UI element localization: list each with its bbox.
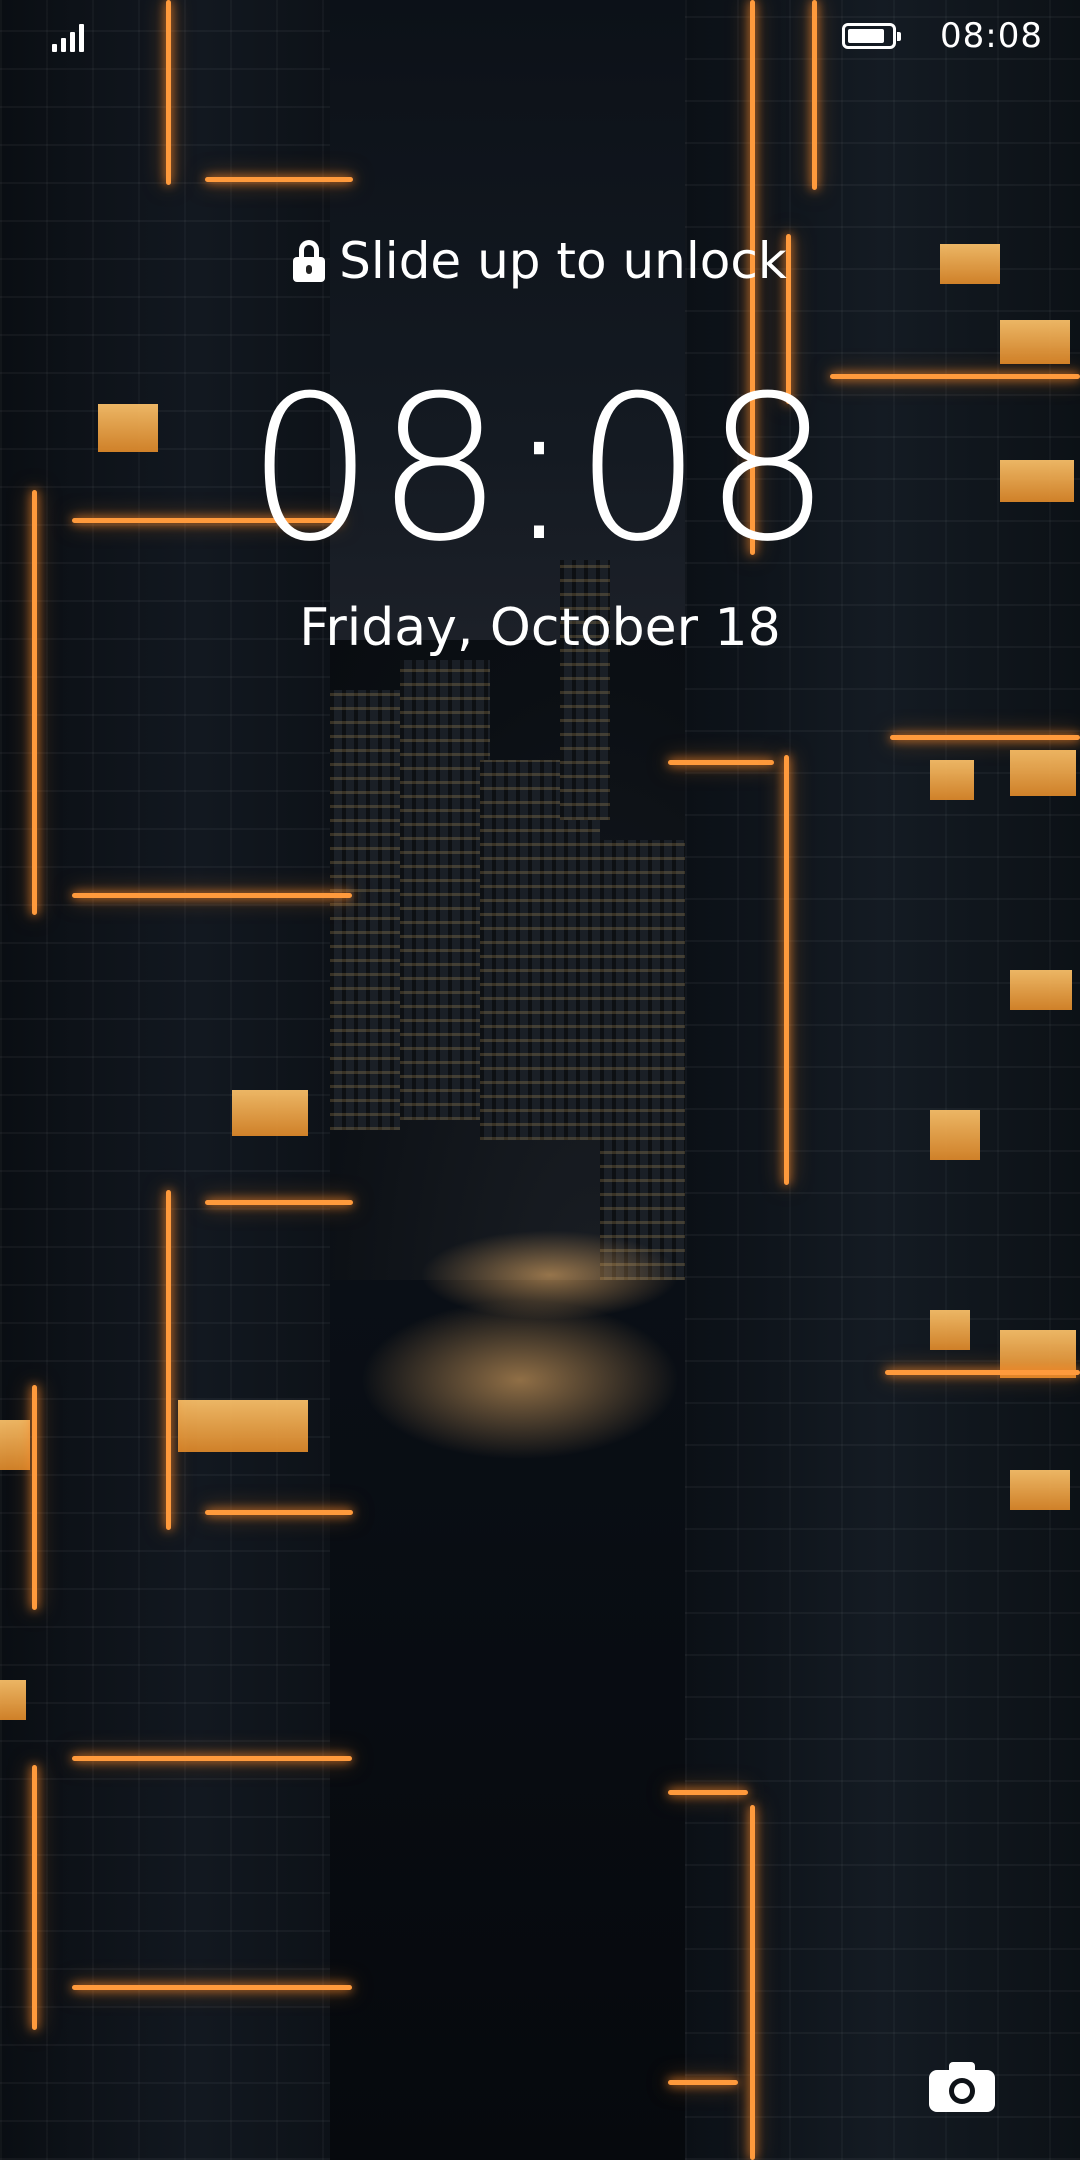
lit-window <box>1000 320 1070 364</box>
unlock-hint-text: Slide up to unlock <box>339 232 787 290</box>
lit-window <box>1010 1470 1070 1510</box>
unlock-hint: Slide up to unlock <box>0 232 1080 290</box>
neon-strip <box>72 1985 352 1990</box>
neon-strip <box>750 1805 755 2160</box>
status-bar-time: 08:08 <box>940 16 1043 56</box>
lit-window <box>930 760 974 800</box>
lock-screen[interactable]: 08:08 Slide up to unlock 08:08 Friday, O… <box>0 0 1080 2160</box>
lit-window <box>1010 970 1072 1010</box>
signal-strength-icon <box>52 22 92 52</box>
lit-window <box>1010 750 1076 796</box>
distant-tower <box>600 840 690 1280</box>
lock-screen-clock: 08:08 <box>246 353 834 586</box>
lit-window <box>232 1090 308 1136</box>
neon-strip <box>668 1790 748 1795</box>
neon-strip <box>784 755 789 1185</box>
wallpaper <box>0 0 1080 2160</box>
battery-icon <box>842 23 901 49</box>
lock-screen-date: Friday, October 18 <box>299 598 781 658</box>
neon-strip <box>668 2080 738 2085</box>
neon-strip <box>890 735 1080 740</box>
neon-strip <box>205 177 353 182</box>
lit-window <box>0 1680 26 1720</box>
promenade-lights <box>420 1230 680 1320</box>
camera-shortcut-button[interactable] <box>929 2062 995 2112</box>
neon-strip <box>205 1510 353 1515</box>
lock-icon <box>293 240 326 282</box>
neon-strip <box>885 1370 1080 1375</box>
neon-strip <box>32 1385 37 1610</box>
camera-lens <box>949 2078 975 2104</box>
neon-strip <box>72 893 352 898</box>
neon-strip <box>72 1756 352 1761</box>
battery-level <box>848 29 884 43</box>
lit-window <box>930 1310 970 1350</box>
lit-window <box>178 1400 308 1452</box>
lit-window <box>0 1420 30 1470</box>
neon-strip <box>668 760 774 765</box>
left-tower <box>0 0 330 2160</box>
status-bar: 08:08 <box>0 0 1080 80</box>
neon-strip <box>166 1190 171 1530</box>
water-reflection <box>360 1300 680 1460</box>
distant-tower <box>400 660 490 1120</box>
lit-window <box>930 1110 980 1160</box>
neon-strip <box>205 1200 353 1205</box>
distant-tower <box>330 690 400 1130</box>
neon-strip <box>32 1765 37 2030</box>
